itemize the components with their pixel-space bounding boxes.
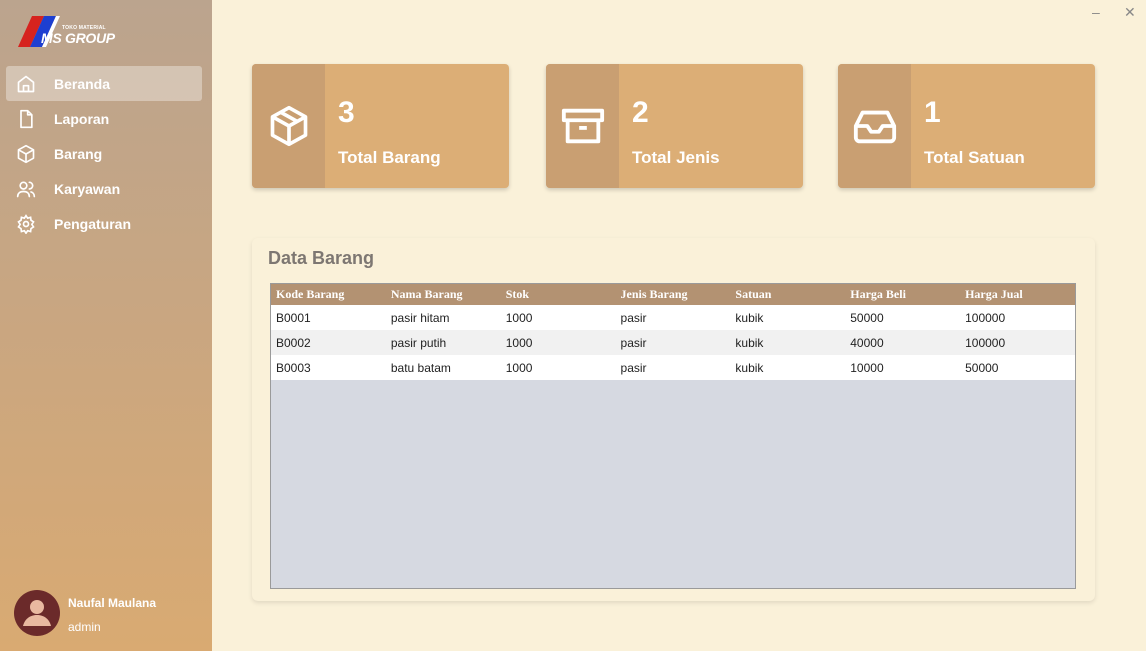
minimize-button[interactable]: –: [1092, 4, 1100, 20]
stat-label: Total Satuan: [924, 148, 1025, 167]
column-header[interactable]: Harga Jual: [960, 284, 1075, 305]
table-cell: B0001: [276, 310, 311, 325]
table-cell: pasir hitam: [390, 310, 450, 325]
table-cell: B0002: [276, 335, 311, 350]
sidebar-item-label: Barang: [54, 145, 103, 162]
column-header[interactable]: Jenis Barang: [616, 284, 731, 305]
sidebar-item-label: Laporan: [54, 110, 110, 127]
file-icon: [16, 109, 36, 129]
stat-label: Total Barang: [338, 148, 441, 167]
stat-value: 2: [632, 96, 649, 129]
card-icon-container: [546, 64, 619, 188]
table-cell: B0003: [276, 360, 311, 375]
user-avatar-icon: [23, 600, 51, 626]
data-barang-panel: Data Barang Kode Barang Nama Barang Stok…: [252, 238, 1095, 601]
stat-card-total-satuan: 1 Total Satuan: [838, 64, 1095, 188]
column-header[interactable]: Stok: [501, 284, 616, 305]
table-cell: 50000: [850, 310, 884, 325]
card-icon-container: [838, 64, 911, 188]
table-cell: pasir: [620, 360, 647, 375]
sidebar-item-label: Pengaturan: [54, 215, 132, 232]
table-cell: 100000: [965, 335, 1006, 350]
table-cell: 10000: [850, 360, 884, 375]
sidebar-item-barang[interactable]: Barang: [6, 136, 202, 171]
card-icon-container: [252, 64, 325, 188]
data-table-container[interactable]: Kode Barang Nama Barang Stok Jenis Baran…: [270, 283, 1076, 589]
data-table: Kode Barang Nama Barang Stok Jenis Baran…: [271, 284, 1075, 380]
table-cell: kubik: [735, 335, 764, 350]
stat-value: 3: [338, 96, 355, 129]
table-cell: 1000: [505, 310, 533, 325]
sidebar-item-karyawan[interactable]: Karyawan: [6, 171, 202, 206]
sidebar: TOKO MATERIAL MS GROUP Beranda Laporan B…: [0, 0, 212, 651]
table-cell: 50000: [965, 360, 999, 375]
logo: TOKO MATERIAL MS GROUP: [16, 14, 136, 50]
box-icon: [16, 144, 36, 164]
sidebar-item-label: Karyawan: [54, 180, 121, 197]
avatar: [14, 590, 60, 636]
stat-label: Total Jenis: [632, 148, 720, 167]
table-row[interactable]: B0002 pasir putih 1000 pasir kubik 40000…: [271, 330, 1075, 355]
users-icon: [16, 179, 36, 199]
sidebar-nav: Beranda Laporan Barang Karyawan Pengatur…: [6, 66, 202, 241]
package-icon: [270, 105, 307, 147]
inbox-icon: [853, 110, 896, 144]
close-button[interactable]: ✕: [1124, 4, 1136, 21]
table-row[interactable]: B0001 pasir hitam 1000 pasir kubik 50000…: [271, 305, 1075, 330]
archive-icon: [561, 108, 604, 144]
table-cell: 100000: [965, 310, 1006, 325]
user-name: Naufal Maulana: [68, 596, 157, 610]
table-header-row: Kode Barang Nama Barang Stok Jenis Baran…: [271, 284, 1075, 305]
logo-title: MS GROUP: [41, 30, 115, 46]
column-header[interactable]: Harga Beli: [845, 284, 960, 305]
stat-card-total-jenis: 2 Total Jenis: [546, 64, 803, 188]
table-cell: 40000: [850, 335, 884, 350]
table-cell: kubik: [735, 310, 764, 325]
table-cell: kubik: [735, 360, 764, 375]
table-row[interactable]: B0003 batu batam 1000 pasir kubik 10000 …: [271, 355, 1075, 380]
column-header[interactable]: Kode Barang: [271, 284, 386, 305]
table-cell: pasir: [620, 335, 647, 350]
stat-value: 1: [924, 96, 941, 129]
gear-icon: [16, 213, 36, 234]
user-profile: Naufal Maulana admin: [14, 590, 204, 636]
home-icon: [16, 74, 36, 94]
table-cell: pasir putih: [390, 335, 447, 350]
table-cell: pasir: [620, 310, 647, 325]
panel-title: Data Barang: [268, 248, 375, 268]
column-header[interactable]: Satuan: [730, 284, 845, 305]
sidebar-item-beranda[interactable]: Beranda: [6, 66, 202, 101]
column-header[interactable]: Nama Barang: [386, 284, 501, 305]
user-role: admin: [68, 620, 101, 634]
sidebar-item-pengaturan[interactable]: Pengaturan: [6, 206, 202, 241]
sidebar-item-label: Beranda: [54, 75, 111, 92]
table-cell: batu batam: [390, 360, 451, 375]
sidebar-item-laporan[interactable]: Laporan: [6, 101, 202, 136]
table-cell: 1000: [505, 360, 533, 375]
table-cell: 1000: [505, 335, 533, 350]
stat-card-total-barang: 3 Total Barang: [252, 64, 509, 188]
